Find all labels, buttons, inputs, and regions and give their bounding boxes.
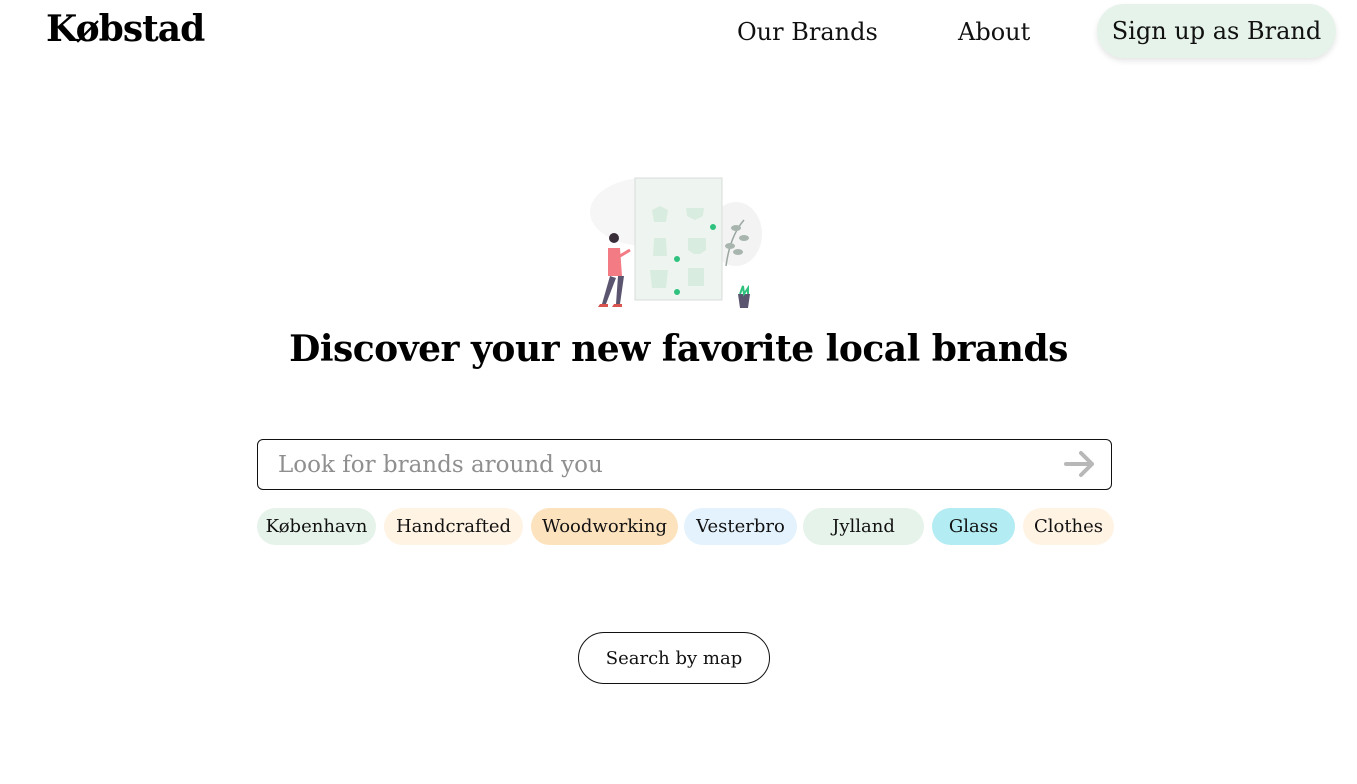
signup-brand-button[interactable]: Sign up as Brand: [1097, 4, 1336, 58]
tag-woodworking[interactable]: Woodworking: [531, 508, 678, 545]
tag-handcrafted[interactable]: Handcrafted: [384, 508, 523, 545]
logo[interactable]: Købstad: [46, 8, 205, 50]
tag-clothes[interactable]: Clothes: [1023, 508, 1114, 545]
tag-glass[interactable]: Glass: [932, 508, 1015, 545]
tag-vesterbro[interactable]: Vesterbro: [684, 508, 797, 545]
arrow-right-icon[interactable]: [1063, 449, 1097, 479]
search-by-map-button[interactable]: Search by map: [578, 632, 770, 684]
shopping-woman-illustration: [590, 177, 762, 308]
signup-brand-label: Sign up as Brand: [1111, 17, 1322, 45]
tag-jylland[interactable]: Jylland: [803, 508, 924, 545]
search-by-map-label: Search by map: [605, 647, 743, 669]
nav-about[interactable]: About: [958, 18, 1030, 46]
search-input[interactable]: [276, 440, 1040, 490]
nav-our-brands[interactable]: Our Brands: [737, 18, 878, 46]
search-bar: [257, 439, 1112, 490]
landing-page: Købstad Our Brands About Sign up as Bran…: [0, 0, 1357, 784]
page-title: Discover your new favorite local brands: [289, 328, 1068, 370]
tag-kobenhavn[interactable]: København: [257, 508, 376, 545]
